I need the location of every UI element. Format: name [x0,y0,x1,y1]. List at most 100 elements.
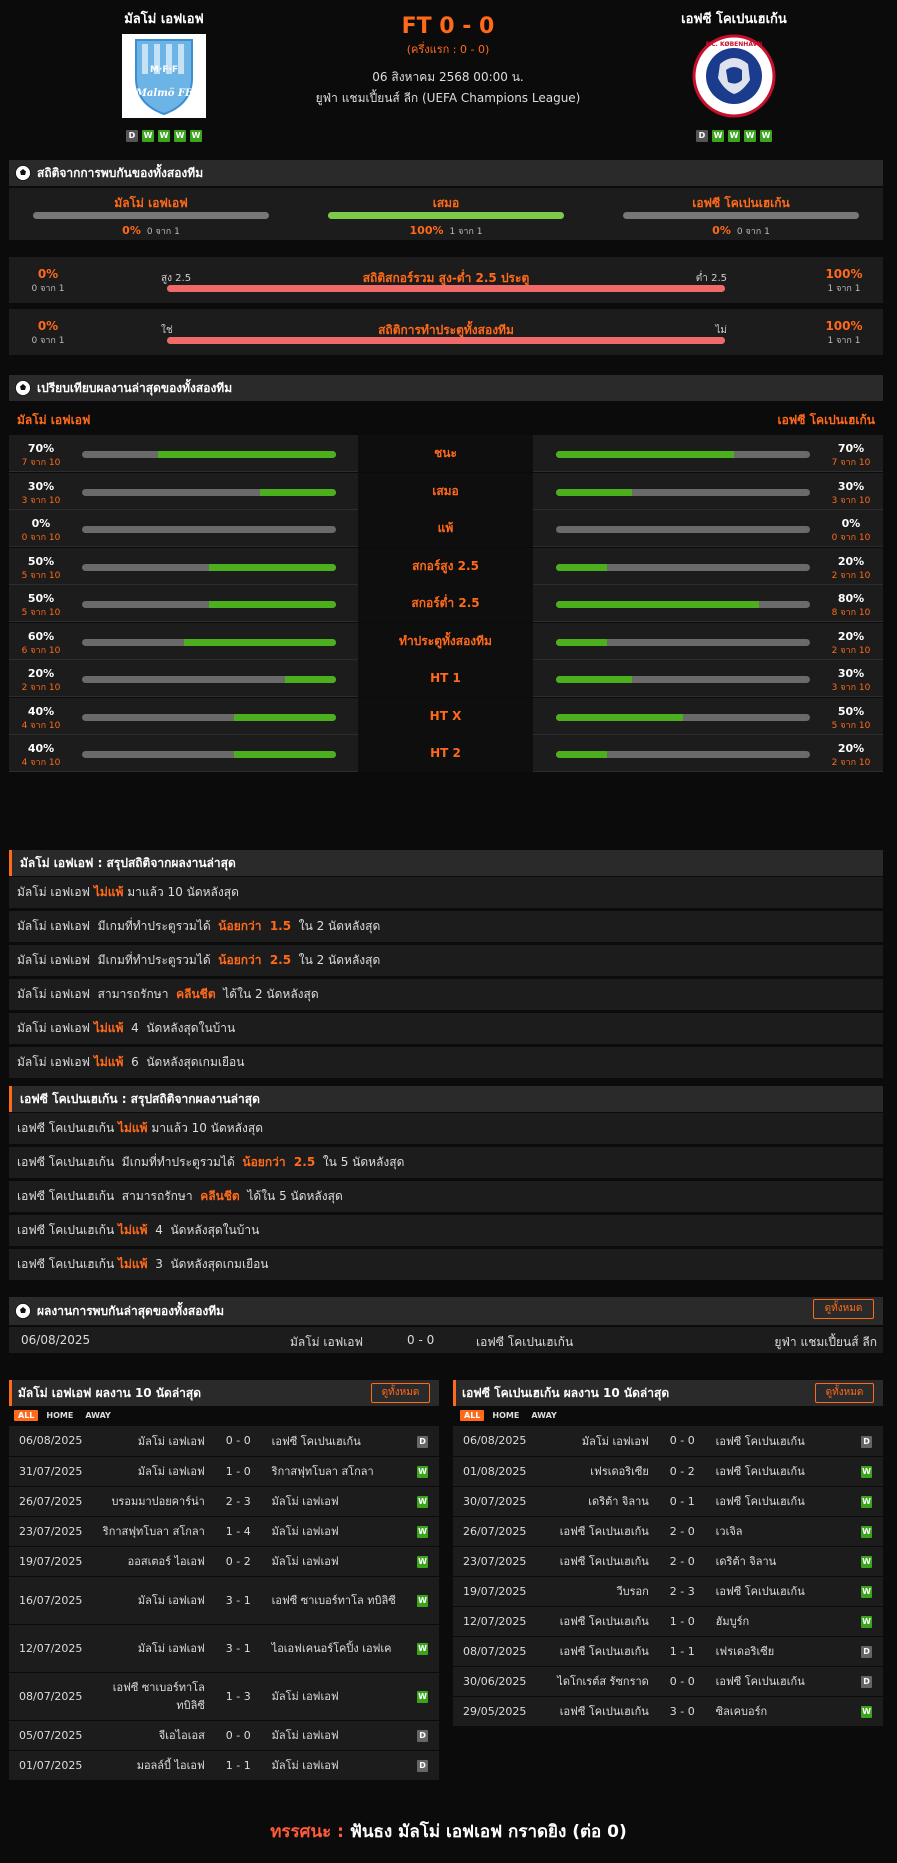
summary-highlight: คลีนชีต [176,987,216,1001]
table-row[interactable]: 26/07/2025 บรอมมาปอยคาร์น่า 2 - 3 มัลโม่ เอ… [9,1486,439,1517]
table-row[interactable]: 12/07/2025 เอฟซี โคเปนเฮเก้น 1 - 0 ฮัมบูร์ก… [453,1606,883,1637]
match-away: เอฟซี โคเปนเฮเก้น [709,1426,851,1457]
h2h-col-bar [33,212,269,219]
match-home: เอฟซี โคเปนเฮเก้น [542,1546,655,1577]
h2h-col-pct: 0% [122,224,141,237]
summary-text-end: มาแล้ว 10 นัดหลังสุด [123,885,239,899]
compare-away-bar [556,563,810,571]
table-row[interactable]: 05/07/2025 จีเอไอเอส 0 - 0 มัลโม่ เอฟเอฟ D [9,1720,439,1751]
under-label: ต่ำ 2.5 [695,273,727,284]
summary-text: มัลโม่ เอฟเอฟ [17,885,94,899]
compare-home-bar-fill [234,713,336,721]
compare-home-sub: 4 จาก 10 [21,758,61,768]
summary-text-end: ได้ใน 5 นัดหลังสุด [239,1189,343,1203]
table-row[interactable]: 30/06/2025 ไดโกเรต์ส รัซกราด 0 - 0 เอฟซี โค… [453,1666,883,1697]
summary-text-end: 4 นัดหลังสุดในบ้าน [147,1223,260,1237]
result-badge: W [861,1496,873,1508]
match-home: มอลล์บี้ ไอเอฟ [98,1750,211,1781]
summary-text: เอฟซี โคเปนเฮเก้น [17,1257,118,1271]
compare-away-sub: 3 จาก 10 [831,495,871,506]
compare-away-sub: 3 จาก 10 [831,683,871,693]
table-row[interactable]: 01/08/2025 เฟรเดอริเซีย 0 - 2 เอฟซี โคเปนเฮ… [453,1456,883,1487]
tab-all[interactable]: ALL [14,1410,39,1421]
h2h-league: ยูฟ่า แชมเปี้ยนส์ ลีก [774,1335,877,1349]
table-row[interactable]: 19/07/2025 ออสเตอร์ ไอเอฟ 0 - 2 มัลโม่ เอฟเ… [9,1546,439,1577]
table-row[interactable]: 12/07/2025 มัลโม่ เอฟเอฟ 3 - 1 ไอเอฟเคนอร์โ… [9,1624,439,1673]
h2h-col-bar [623,212,859,219]
soccer-ball-icon [15,380,31,396]
h2h-result-split: มัลโม่ เอฟเอฟ 0% 0 จาก 1 เสมอ 100% 1 จาก 1 เอฟ… [9,188,883,240]
result-badge: W [417,1556,429,1568]
tab-home[interactable]: HOME [42,1410,77,1421]
compare-away-pct: 70% [837,442,865,455]
h2h-view-all-button[interactable]: ดูทั้งหมด [813,1299,874,1319]
form-badge: W [142,130,154,142]
h2h-stats-title: สถิติจากการพบกันของทั้งสองทีม [37,165,204,180]
summary-highlight: ไม่แพ้ [93,1055,124,1069]
summary-highlight: ไม่แพ้ [117,1257,148,1271]
table-row[interactable]: 06/08/2025 มัลโม่ เอฟเอฟ 0 - 0 เอฟซี โคเปนเ… [9,1426,439,1457]
tab-away[interactable]: AWAY [527,1410,561,1421]
table-row[interactable]: 16/07/2025 มัลโม่ เอฟเอฟ 3 - 1 เอฟซี ซาเบอร… [9,1576,439,1625]
away-last10-view-all-button[interactable]: ดูทั้งหมด [815,1383,874,1403]
summary-text: เอฟซี โคเปนเฮเก้น สามารถรักษา [17,1189,201,1203]
table-row[interactable]: 23/07/2025 เอฟซี โคเปนเฮเก้น 2 - 0 เดริต้า … [453,1546,883,1577]
compare-home-bar-fill [158,451,336,458]
home-team[interactable]: มัลโม่ เอฟเอฟ M·F·F Malmö FF DWWWW [64,8,264,142]
compare-home-pct: 40% [27,704,55,718]
btts-row: 0% 0 จาก 1 ใช่ ไม่ สถิติการทำประตูทั้งสอง… [9,309,883,355]
summary-text-end: ได้ใน 2 นัดหลังสุด [215,987,319,1001]
compare-title: เปรียบเทียบผลงานล่าสุดของทั้งสองทีม [37,380,233,395]
table-row[interactable]: 26/07/2025 เอฟซี โคเปนเฮเก้น 2 - 0 เวเจิล W [453,1516,883,1547]
away-team[interactable]: เอฟซี โคเปนเฮเก้น F.C. KØBENHAVN DWWWW [634,8,834,142]
table-row[interactable]: 30/07/2025 เดริต้า จิลาน 0 - 1 เอฟซี โคเปนเ… [453,1486,883,1517]
tab-away[interactable]: AWAY [81,1410,115,1421]
summary-highlight: น้อยกว่า 1.5 [218,919,292,933]
form-badge: W [158,130,170,142]
btts-yes-pct: 0% [37,319,59,333]
home-last10-view-all-button[interactable]: ดูทั้งหมด [371,1383,430,1403]
table-row[interactable]: 23/07/2025 ริกาสฟุทโบลา สโกลา 1 - 4 มัลโม่ … [9,1516,439,1547]
match-date: 12/07/2025 [453,1606,543,1637]
h2h-col: เอฟซี โคเปนเฮเก้น 0% 0 จาก 1 [623,194,859,237]
compare-away-pct: 30% [837,667,865,680]
match-date: 23/07/2025 [9,1516,99,1547]
match-header: มัลโม่ เอฟเอฟ M·F·F Malmö FF DWWWW FT 0 … [0,0,897,160]
table-row[interactable]: 31/07/2025 มัลโม่ เอฟเอฟ 1 - 0 ริกาสฟุทโบลา… [9,1456,439,1487]
tab-all[interactable]: ALL [460,1410,485,1421]
match-date: 31/07/2025 [9,1456,99,1487]
compare-home-bar [82,526,336,533]
compare-header: เปรียบเทียบผลงานล่าสุดของทั้งสองทีม [9,375,883,401]
table-row[interactable]: 08/07/2025 เอฟซี ซาเบอร์ทาโล ทบิลิซี 1 - 3… [9,1672,439,1721]
summary-text: มัลโม่ เอฟเอฟ [17,1021,94,1035]
compare-away-bar-fill [556,488,633,496]
btts-no-sub: 1 จาก 1 [827,336,861,346]
compare-label: แพ้ [358,510,533,547]
btts-no-label: ไม่ [715,325,727,336]
match-home: ไดโกเรต์ส รัซกราด [542,1666,655,1697]
over-under-bar [167,285,725,292]
compare-home-bar-fill [234,751,336,758]
table-row[interactable]: 08/07/2025 เอฟซี โคเปนเฮเก้น 1 - 1 เฟรเดอริ… [453,1636,883,1667]
summary-text-end: มาแล้ว 10 นัดหลังสุด [147,1121,263,1135]
tab-home[interactable]: HOME [488,1410,523,1421]
match-score: 3 - 0 [654,1696,710,1727]
table-row[interactable]: 06/08/2025 มัลโม่ เอฟเอฟ 0 - 0 เอฟซี โคเปนเ… [453,1426,883,1457]
soccer-ball-icon [15,165,31,181]
match-home: มัลโม่ เอฟเอฟ [542,1426,655,1457]
h2h-date: 06/08/2025 [21,1333,91,1347]
match-away: มัลโม่ เอฟเอฟ [265,1546,407,1577]
match-away: เวเจิล [709,1516,851,1547]
table-row[interactable]: 01/07/2025 มอลล์บี้ ไอเอฟ 1 - 1 มัลโม่ เอฟเ… [9,1750,439,1781]
table-row[interactable]: 19/07/2025 วีบรอก 2 - 3 เอฟซี โคเปนเฮเก้น W [453,1576,883,1607]
table-row[interactable]: 29/05/2025 เอฟซี โคเปนเฮเก้น 3 - 0 ซิลเคบอร… [453,1696,883,1727]
summary-text: มัลโม่ เอฟเอฟ มีเกมที่ทำประตูรวมได้ [17,919,219,933]
form-badge: W [744,130,756,142]
match-away: มัลโม่ เอฟเอฟ [265,1486,407,1517]
h2h-result-row[interactable]: 06/08/2025 มัลโม่ เอฟเอฟ 0 - 0 เอฟซี โคเ… [9,1327,883,1353]
home-summary-header: มัลโม่ เอฟเอฟ : สรุปสถิติจากผลงานล่าสุด [9,850,883,876]
match-away: มัลโม่ เอฟเอฟ [265,1672,407,1721]
compare-home-pct: 50% [27,554,55,568]
match-away: มัลโม่ เอฟเอฟ [265,1720,407,1751]
compare-label: สกอร์ต่ำ 2.5 [358,585,533,622]
